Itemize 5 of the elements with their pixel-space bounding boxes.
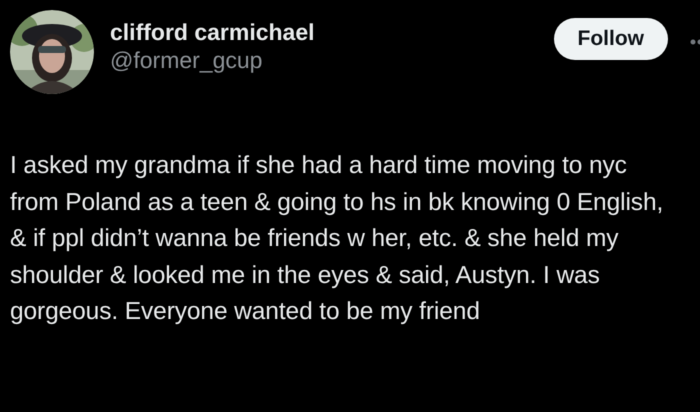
follow-button[interactable]: Follow (554, 18, 668, 60)
more-icon[interactable] (690, 39, 700, 45)
username: @former_gcup (110, 46, 264, 74)
post-text: I asked my grandma if she had a hard time moving to nyc from Poland as a teen & going to hs in bk knowing 0 English, & if ppl didn’t wanna be friends w her, etc. & she held my shoulder & looked me in the eyes & said, Austyn. I was gorgeous. Everyone wanted to be my friend (10, 151, 664, 327)
display-name: clifford carmichael (110, 18, 316, 46)
